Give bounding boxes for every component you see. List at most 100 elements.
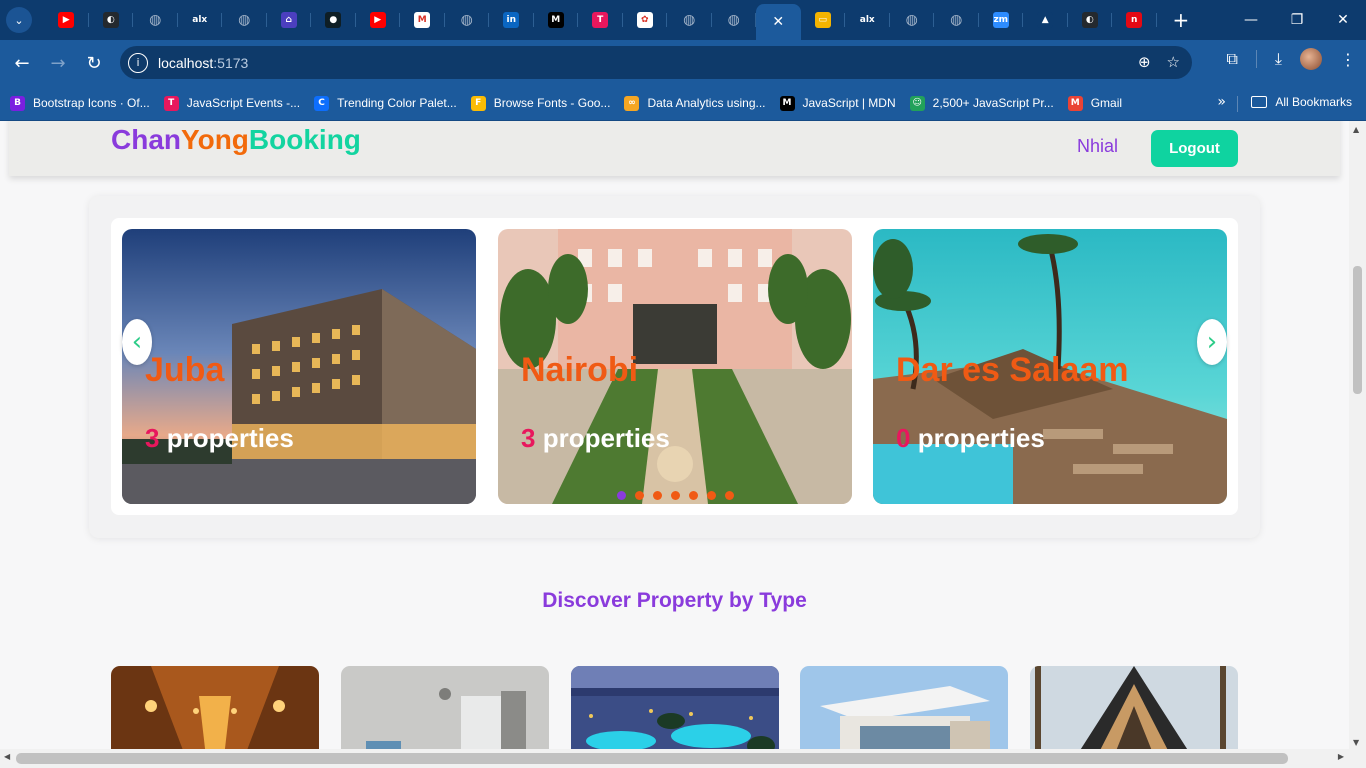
reload-button[interactable]: ↻ <box>76 45 112 81</box>
profile-avatar[interactable] <box>1300 48 1322 70</box>
chevron-right-icon: › <box>1206 327 1218 357</box>
bookmark-item[interactable]: F Browse Fonts - Goo... <box>470 95 615 111</box>
browser-tab[interactable]: ◍ <box>222 4 267 36</box>
browser-tab[interactable]: alx <box>178 4 222 36</box>
omnibox-actions: ⊕ ☆ <box>1138 53 1180 71</box>
vertical-scrollbar[interactable]: ▲ ▼ <box>1349 121 1366 749</box>
horizontal-scroll-thumb[interactable] <box>16 753 1288 764</box>
scroll-down-icon[interactable]: ▼ <box>1353 738 1359 747</box>
carousel-slide-nairobi[interactable]: Nairobi 3 properties <box>498 229 852 504</box>
page-viewport: ChanYongBooking Nhial Logout Juba 3 prop… <box>0 121 1349 749</box>
browser-tab[interactable]: ◍ <box>890 4 934 36</box>
github-icon: ◐ <box>1081 12 1098 28</box>
slide-city-name: Dar es Salaam <box>896 351 1129 389</box>
site-logo[interactable]: ChanYongBooking <box>111 124 361 156</box>
carousel-slide-juba[interactable]: Juba 3 properties <box>122 229 476 504</box>
property-count-label: properties <box>910 423 1045 453</box>
bookmark-item[interactable]: M JavaScript | MDN <box>779 95 900 111</box>
browser-tab[interactable]: alx <box>845 4 890 36</box>
bookmark-item[interactable]: ☺ 2,500+ JavaScript Pr... <box>909 95 1058 111</box>
app-icon: T <box>163 95 179 111</box>
bookmark-item[interactable]: T JavaScript Events -... <box>163 95 304 111</box>
carousel-dot[interactable] <box>653 491 662 500</box>
browser-tab[interactable]: ▶ <box>44 4 89 36</box>
browser-tab[interactable]: ✕ <box>756 4 801 40</box>
browser-tab[interactable]: in <box>489 4 534 36</box>
browser-tab[interactable]: ◍ <box>712 4 756 36</box>
property-type-card-resort[interactable] <box>571 666 779 749</box>
browser-tab[interactable]: ● <box>311 4 356 36</box>
browser-tab[interactable]: ▲ <box>1023 4 1068 36</box>
bookmark-label: Browse Fonts - Goo... <box>493 96 611 110</box>
property-type-card-hotel[interactable] <box>111 666 319 749</box>
download-icon[interactable]: ⤓ <box>1275 49 1282 69</box>
villa-image <box>800 666 1008 749</box>
browser-tab[interactable]: ✿ <box>623 4 667 36</box>
scroll-right-icon[interactable]: ▶ <box>1338 752 1344 761</box>
close-icon[interactable]: ✕ <box>770 14 786 30</box>
site-navbar: ChanYongBooking Nhial Logout <box>9 121 1340 176</box>
browser-tab[interactable]: T <box>578 4 623 36</box>
property-type-card-apartment[interactable] <box>341 666 549 749</box>
browser-tab[interactable]: ◐ <box>89 4 133 36</box>
browser-tab[interactable]: ◍ <box>667 4 712 36</box>
vertical-scroll-thumb[interactable] <box>1353 266 1362 394</box>
username-label: Nhial <box>1077 136 1119 156</box>
site-info-icon[interactable]: i <box>128 52 148 73</box>
more-bookmarks-icon[interactable]: » <box>1217 94 1226 110</box>
scroll-up-icon[interactable]: ▲ <box>1353 125 1359 134</box>
new-tab-button[interactable]: + <box>1173 8 1190 32</box>
carousel-dot[interactable] <box>725 491 734 500</box>
carousel-dot[interactable] <box>635 491 644 500</box>
extensions-icon[interactable]: ⧉ <box>1226 49 1237 69</box>
browser-tab[interactable]: M <box>534 4 578 36</box>
zoom-icon[interactable]: ⊕ <box>1138 53 1151 71</box>
menu-icon[interactable]: ⋮ <box>1340 50 1356 69</box>
browser-tab[interactable]: zm <box>979 4 1023 36</box>
property-count-number: 0 <box>896 423 911 453</box>
carousel-dot[interactable] <box>689 491 698 500</box>
scroll-left-icon[interactable]: ◀ <box>4 752 10 761</box>
property-type-card-villa[interactable] <box>800 666 1008 749</box>
carousel-dot[interactable] <box>617 491 626 500</box>
carousel-prev-button[interactable]: ‹ <box>122 319 152 365</box>
browser-tab[interactable]: ◍ <box>934 4 979 36</box>
youtube-icon: ▶ <box>369 12 386 28</box>
all-bookmarks-button[interactable]: All Bookmarks <box>1251 95 1352 109</box>
bookmark-item[interactable]: ∞ Data Analytics using... <box>624 95 769 111</box>
app-icon: ☺ <box>909 95 925 111</box>
minimize-icon[interactable]: — <box>1228 0 1274 40</box>
browser-tab[interactable]: ◐ <box>1068 4 1112 36</box>
bookmark-label: Data Analytics using... <box>647 96 766 110</box>
carousel-dot[interactable] <box>707 491 716 500</box>
back-button[interactable]: ← <box>4 45 40 81</box>
section-title: Discover Property by Type <box>542 589 807 612</box>
url-text[interactable]: localhost:5173 <box>158 55 248 71</box>
close-window-icon[interactable]: ✕ <box>1320 0 1366 40</box>
linkedin-icon: in <box>503 12 520 28</box>
chevron-down-icon: ⌄ <box>14 14 24 27</box>
browser-tab[interactable]: ◍ <box>445 4 489 36</box>
carousel-dot[interactable] <box>671 491 680 500</box>
globe-icon: ◍ <box>238 12 251 28</box>
browser-tab[interactable]: ⌂ <box>267 4 311 36</box>
slide-property-count: 3 properties <box>521 423 670 454</box>
carousel-slide-dar-es-salaam[interactable]: Dar es Salaam 0 properties <box>873 229 1227 504</box>
restore-icon[interactable]: ❐ <box>1274 0 1320 40</box>
horizontal-scrollbar[interactable]: ◀ ▶ <box>0 749 1366 768</box>
browser-tab[interactable]: ◍ <box>133 4 178 36</box>
browser-tab[interactable]: n <box>1112 4 1157 36</box>
browser-tab[interactable]: M <box>400 4 445 36</box>
carousel-next-button[interactable]: › <box>1197 319 1227 365</box>
bookmark-item[interactable]: B Bootstrap Icons · Of... <box>10 95 154 111</box>
tab-search-button[interactable]: ⌄ <box>6 7 32 33</box>
bookmark-item[interactable]: C Trending Color Palet... <box>314 95 461 111</box>
browser-tab[interactable]: ▶ <box>356 4 400 36</box>
logout-button[interactable]: Logout <box>1151 130 1238 167</box>
bookmark-item[interactable]: M Gmail <box>1067 95 1126 111</box>
forward-button[interactable]: → <box>40 45 76 81</box>
address-bar[interactable]: i localhost:5173 ⊕ ☆ <box>120 46 1192 79</box>
star-icon[interactable]: ☆ <box>1167 53 1180 71</box>
browser-tab[interactable]: ▭ <box>801 4 845 36</box>
property-type-card-cabin[interactable] <box>1030 666 1238 749</box>
